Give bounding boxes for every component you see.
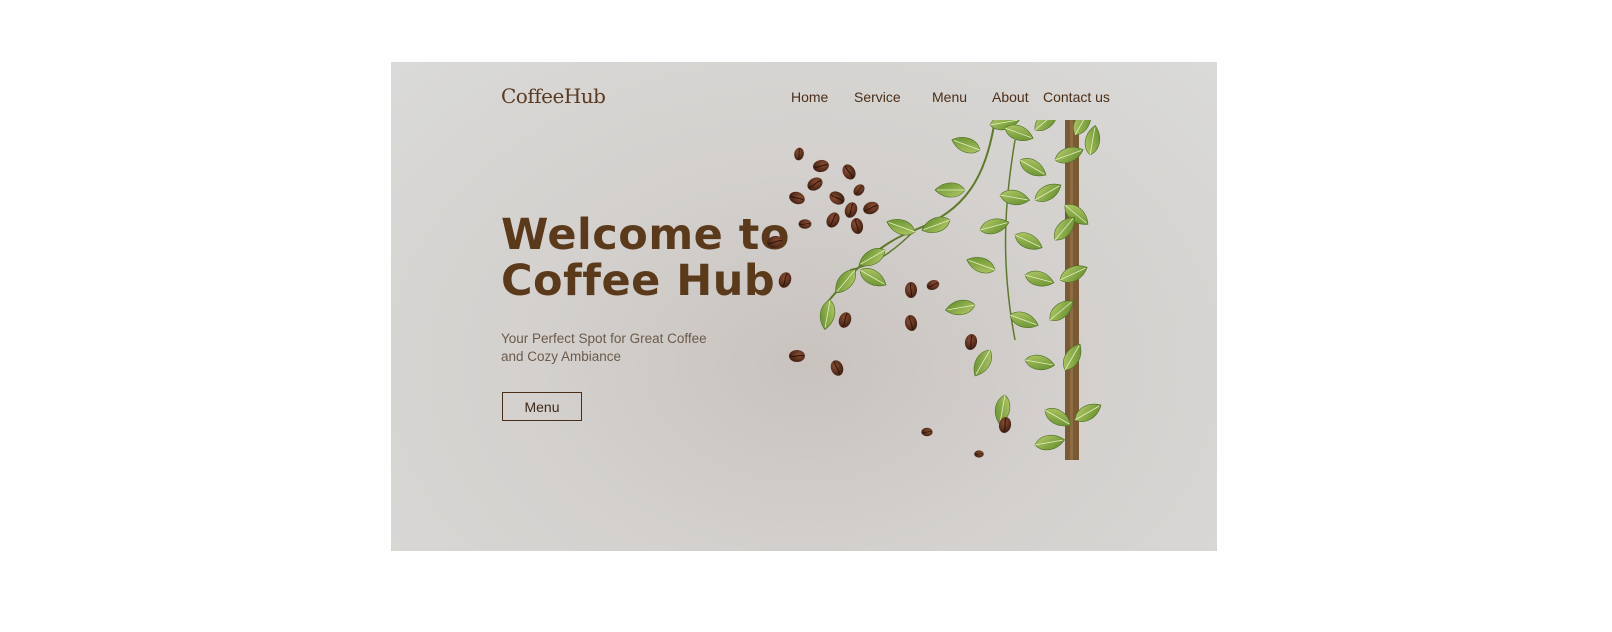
hero-subtitle-line-1: Your Perfect Spot for Great Coffee <box>501 331 707 346</box>
landing-page-frame: CoffeeHub Home Service Menu About Contac… <box>391 62 1217 551</box>
hero-title: Welcome to Coffee Hub <box>501 212 790 304</box>
hero-subtitle-line-2: and Cozy Ambiance <box>501 349 622 364</box>
nav-contact[interactable]: Contact us <box>1043 89 1110 105</box>
nav-service[interactable]: Service <box>854 89 901 105</box>
nav-menu[interactable]: Menu <box>932 89 967 105</box>
hero-title-line-1: Welcome to <box>501 210 790 260</box>
nav-about[interactable]: About <box>992 89 1029 105</box>
coffee-vine-image <box>765 120 1105 460</box>
hero-subtitle: Your Perfect Spot for Great Coffee and C… <box>501 330 731 366</box>
menu-button[interactable]: Menu <box>502 392 582 421</box>
main-nav: Home Service Menu About Contact us <box>391 89 1217 109</box>
hero-title-line-2: Coffee Hub <box>501 256 776 306</box>
nav-home[interactable]: Home <box>791 89 828 105</box>
